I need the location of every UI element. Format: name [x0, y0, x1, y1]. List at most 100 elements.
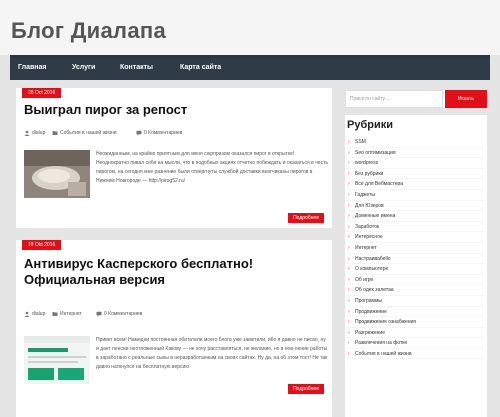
- chevron-right-icon: ›: [348, 170, 350, 177]
- category-item[interactable]: › Гаджеты: [347, 190, 485, 201]
- category-label: Программы: [355, 297, 383, 304]
- category-item[interactable]: › Об игре: [347, 275, 485, 286]
- chevron-right-icon: ›: [348, 191, 350, 198]
- category-item[interactable]: › Настраивабеllо: [347, 254, 485, 265]
- chevron-right-icon: ›: [348, 255, 350, 262]
- search-form: Поиск по сайту… Искать: [345, 90, 487, 108]
- category-item[interactable]: › Продвижение: [347, 307, 485, 318]
- category-item[interactable]: › Интернет: [347, 243, 485, 254]
- category-label: События в нашей жизни: [355, 350, 412, 357]
- search-input[interactable]: Поиск по сайту…: [345, 90, 443, 108]
- folder-icon: [52, 312, 58, 316]
- widget-title: Рубрики: [347, 119, 393, 131]
- category-label: Интернет: [355, 244, 377, 251]
- folder-icon: [52, 131, 58, 135]
- category-item[interactable]: › Без рубрики: [347, 169, 485, 180]
- nav-item-home[interactable]: Главная: [18, 64, 46, 71]
- nav-item-sitemap[interactable]: Карта сайта: [180, 64, 221, 71]
- category-item[interactable]: › Все для Вебмастера: [347, 179, 485, 190]
- post-excerpt: Привет всем! Намедни постоянная обитател…: [96, 337, 328, 370]
- category-list: › SSM › Seo оптимизация › wordpress › Без рубри…: [347, 137, 485, 360]
- category-label: SSM: [355, 139, 366, 145]
- chevron-right-icon: ›: [348, 276, 350, 283]
- read-more-button[interactable]: Подробнее: [288, 384, 324, 394]
- category-label: Об игре: [355, 276, 374, 283]
- category-item[interactable]: › Seo оптимизация: [347, 148, 485, 159]
- category-item[interactable]: › Разгрежение: [347, 328, 485, 339]
- category-label: Продвижение: [355, 308, 387, 315]
- kaspersky-screenshot-image: [24, 336, 90, 384]
- category-item[interactable]: › Заработок: [347, 222, 485, 233]
- post-comments-link[interactable]: 0 Комментариев: [144, 130, 182, 136]
- category-item[interactable]: › SSM: [347, 137, 485, 148]
- category-item[interactable]: › О компьютере: [347, 264, 485, 275]
- post-category[interactable]: События в нашей жизни: [60, 130, 117, 136]
- chevron-right-icon: ›: [348, 340, 350, 347]
- user-icon: [24, 130, 30, 136]
- nav-item-services[interactable]: Услуги: [72, 64, 95, 71]
- post-title[interactable]: Выиграл пирог за репост: [24, 102, 187, 118]
- category-label: Для Юзеров: [355, 202, 384, 209]
- category-label: Разгрежение: [355, 329, 385, 336]
- post-card: 18 Okt 2016 Антивирус Касперского беспла…: [16, 240, 332, 417]
- site-title[interactable]: Блог Диалапа: [11, 18, 166, 44]
- main-content: 28 Oct 2016 Выиграл пирог за репост dial…: [10, 80, 332, 417]
- category-label: Доменные имена: [355, 213, 396, 220]
- chevron-right-icon: ›: [348, 308, 350, 315]
- search-button[interactable]: Искать: [445, 90, 487, 108]
- category-label: Гаджеты: [355, 191, 375, 198]
- post-category[interactable]: Интернет: [60, 311, 82, 317]
- category-label: Настраивабеllо: [355, 255, 391, 262]
- post-author[interactable]: dialup: [32, 130, 45, 136]
- post-date-badge: 18 Okt 2016: [22, 240, 62, 250]
- nav-item-contacts[interactable]: Контакты: [120, 64, 153, 71]
- chevron-right-icon: ›: [348, 202, 350, 209]
- category-label: Развлечения на фотке: [355, 340, 408, 347]
- site-header: Блог Диалапа: [0, 0, 500, 55]
- category-label: Seo оптимизация: [355, 149, 396, 156]
- pie-photo-image: [24, 150, 90, 198]
- category-item[interactable]: › Развлечения на фотке: [347, 338, 485, 349]
- post-excerpt: Неожиданным, на крайне приятным для меня…: [96, 151, 328, 184]
- category-item[interactable]: › События в нашей жизни: [347, 349, 485, 360]
- read-more-button[interactable]: Подробнее: [288, 213, 324, 223]
- category-label: О компьютере: [355, 266, 389, 273]
- chevron-right-icon: ›: [348, 350, 350, 357]
- post-thumbnail[interactable]: [24, 336, 90, 384]
- main-navigation: Главная Услуги Контакты Карта сайта: [10, 55, 490, 80]
- category-item[interactable]: › Доменные имена: [347, 211, 485, 222]
- category-label: Все для Вебмастера: [355, 181, 404, 188]
- chevron-right-icon: ›: [348, 287, 350, 294]
- post-title[interactable]: Антивирус Касперского бесплатно! Официал…: [24, 256, 324, 288]
- post-author[interactable]: dialup: [32, 311, 45, 317]
- chevron-right-icon: ›: [348, 149, 350, 156]
- category-label: Заработок: [355, 223, 380, 230]
- chevron-right-icon: ›: [348, 213, 350, 220]
- category-label: Продвижение ознабжения: [355, 319, 417, 326]
- post-comments-link[interactable]: 0 Комментариев: [104, 311, 142, 317]
- category-item[interactable]: › Интересное: [347, 232, 485, 243]
- chevron-right-icon: ›: [348, 329, 350, 336]
- chevron-right-icon: ›: [348, 223, 350, 230]
- user-icon: [24, 311, 30, 317]
- chevron-right-icon: ›: [348, 139, 350, 145]
- category-item[interactable]: › Продвижение ознабжения: [347, 317, 485, 328]
- post-thumbnail[interactable]: [24, 150, 90, 198]
- chevron-right-icon: ›: [348, 297, 350, 304]
- category-item[interactable]: › wordpress: [347, 158, 485, 169]
- chevron-right-icon: ›: [348, 160, 350, 167]
- category-label: wordpress: [355, 160, 379, 167]
- post-date-badge: 28 Oct 2016: [22, 88, 62, 98]
- chevron-right-icon: ›: [348, 266, 350, 273]
- chevron-right-icon: ›: [348, 319, 350, 326]
- category-item[interactable]: › Программы: [347, 296, 485, 307]
- chevron-right-icon: ›: [348, 234, 350, 241]
- category-item[interactable]: › Об одех залетаа: [347, 285, 485, 296]
- comment-icon: [96, 311, 102, 317]
- comment-icon: [136, 130, 142, 136]
- chevron-right-icon: ›: [348, 244, 350, 251]
- category-label: Об одех залетаа: [355, 287, 394, 294]
- category-item[interactable]: › Для Юзеров: [347, 201, 485, 212]
- category-label: Интересное: [355, 234, 383, 241]
- chevron-right-icon: ›: [348, 181, 350, 188]
